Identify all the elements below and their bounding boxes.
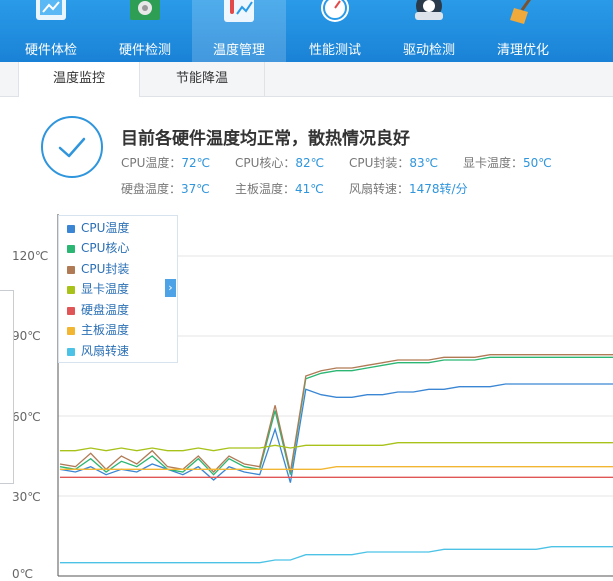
y-tick-label: 0℃ <box>12 567 34 581</box>
tab-energy-saving-cooling[interactable]: 节能降温 <box>140 62 265 96</box>
legend-collapse-button[interactable]: › <box>165 279 176 297</box>
nav-item[interactable]: 硬件体检 <box>4 0 98 62</box>
y-tick-label: 90℃ <box>12 329 41 343</box>
nav-item[interactable]: 驱动检测 <box>382 0 476 62</box>
metric-disk-temp: 硬盘温度：37℃ <box>121 182 210 196</box>
thermometer-icon <box>220 0 258 32</box>
nav-item[interactable]: 装机 <box>580 0 613 62</box>
nav-item-label: 硬件检测 <box>118 43 171 58</box>
legend-item-cpu-temp[interactable]: CPU温度 <box>67 219 129 236</box>
nav-item[interactable]: 清理优化 <box>476 0 570 62</box>
metric-gpu-temp: 显卡温度：50℃ <box>463 156 552 170</box>
y-tick-label: 120℃ <box>12 249 49 263</box>
y-tick-label: 60℃ <box>12 410 41 424</box>
series-line-6 <box>60 546 613 564</box>
series-line-2 <box>59 354 613 473</box>
gear-icon <box>410 0 448 32</box>
nav-item[interactable]: 温度管理 <box>192 0 286 62</box>
speedometer-icon <box>316 0 354 32</box>
series-line-3 <box>60 442 613 452</box>
top-nav-bar: 硬件体检 硬件检测 温度管理 性能测试 驱动检测 清理优化 装机 <box>0 0 613 62</box>
nav-item[interactable]: 硬件检测 <box>98 0 192 62</box>
nav-item-label: 驱动检测 <box>402 43 455 58</box>
y-tick-label: 30℃ <box>12 490 41 504</box>
metric-board-temp: 主板温度：41℃ <box>235 182 324 196</box>
side-panel-edge <box>0 290 14 484</box>
monitor-icon <box>32 0 70 32</box>
metric-fan-speed: 风扇转速：1478转/分 <box>349 182 468 196</box>
nav-item-label: 清理优化 <box>496 43 549 58</box>
sub-tab-bar: 温度监控 节能降温 <box>0 62 613 97</box>
nav-item-label: 温度管理 <box>212 43 265 58</box>
nav-item[interactable]: 性能测试 <box>288 0 382 62</box>
tab-temperature-monitor[interactable]: 温度监控 <box>18 62 140 97</box>
legend-item-disk-temp[interactable]: 硬盘温度 <box>67 301 129 318</box>
legend-item-gpu-temp[interactable]: 显卡温度 <box>67 280 129 297</box>
legend-item-cpu-package[interactable]: CPU封装 <box>67 260 129 277</box>
series-line-0 <box>59 383 613 483</box>
metric-cpu-package: CPU封装：83℃ <box>349 156 439 170</box>
legend-item-cpu-core[interactable]: CPU核心 <box>67 239 129 256</box>
legend-item-fan-speed[interactable]: 风扇转速 <box>67 342 129 359</box>
metric-cpu-core: CPU核心：82℃ <box>235 156 325 170</box>
series-line-5 <box>60 466 613 470</box>
legend-item-board-temp[interactable]: 主板温度 <box>67 321 129 338</box>
chart-legend: CPU温度 CPU核心 CPU封装 显卡温度 硬盘温度 主板温度 风扇转速 <box>58 215 178 363</box>
status-check-icon <box>41 116 103 178</box>
status-headline: 目前各硬件温度均正常，散热情况良好 <box>121 129 410 149</box>
circuit-board-icon <box>126 0 164 32</box>
nav-item-label: 装机 <box>580 39 613 58</box>
metric-cpu-temp: CPU温度：72℃ <box>121 156 211 170</box>
nav-item-label: 性能测试 <box>308 43 361 58</box>
install-icon <box>608 0 613 32</box>
nav-item-label: 硬件体检 <box>24 43 77 58</box>
broom-icon <box>504 0 542 32</box>
